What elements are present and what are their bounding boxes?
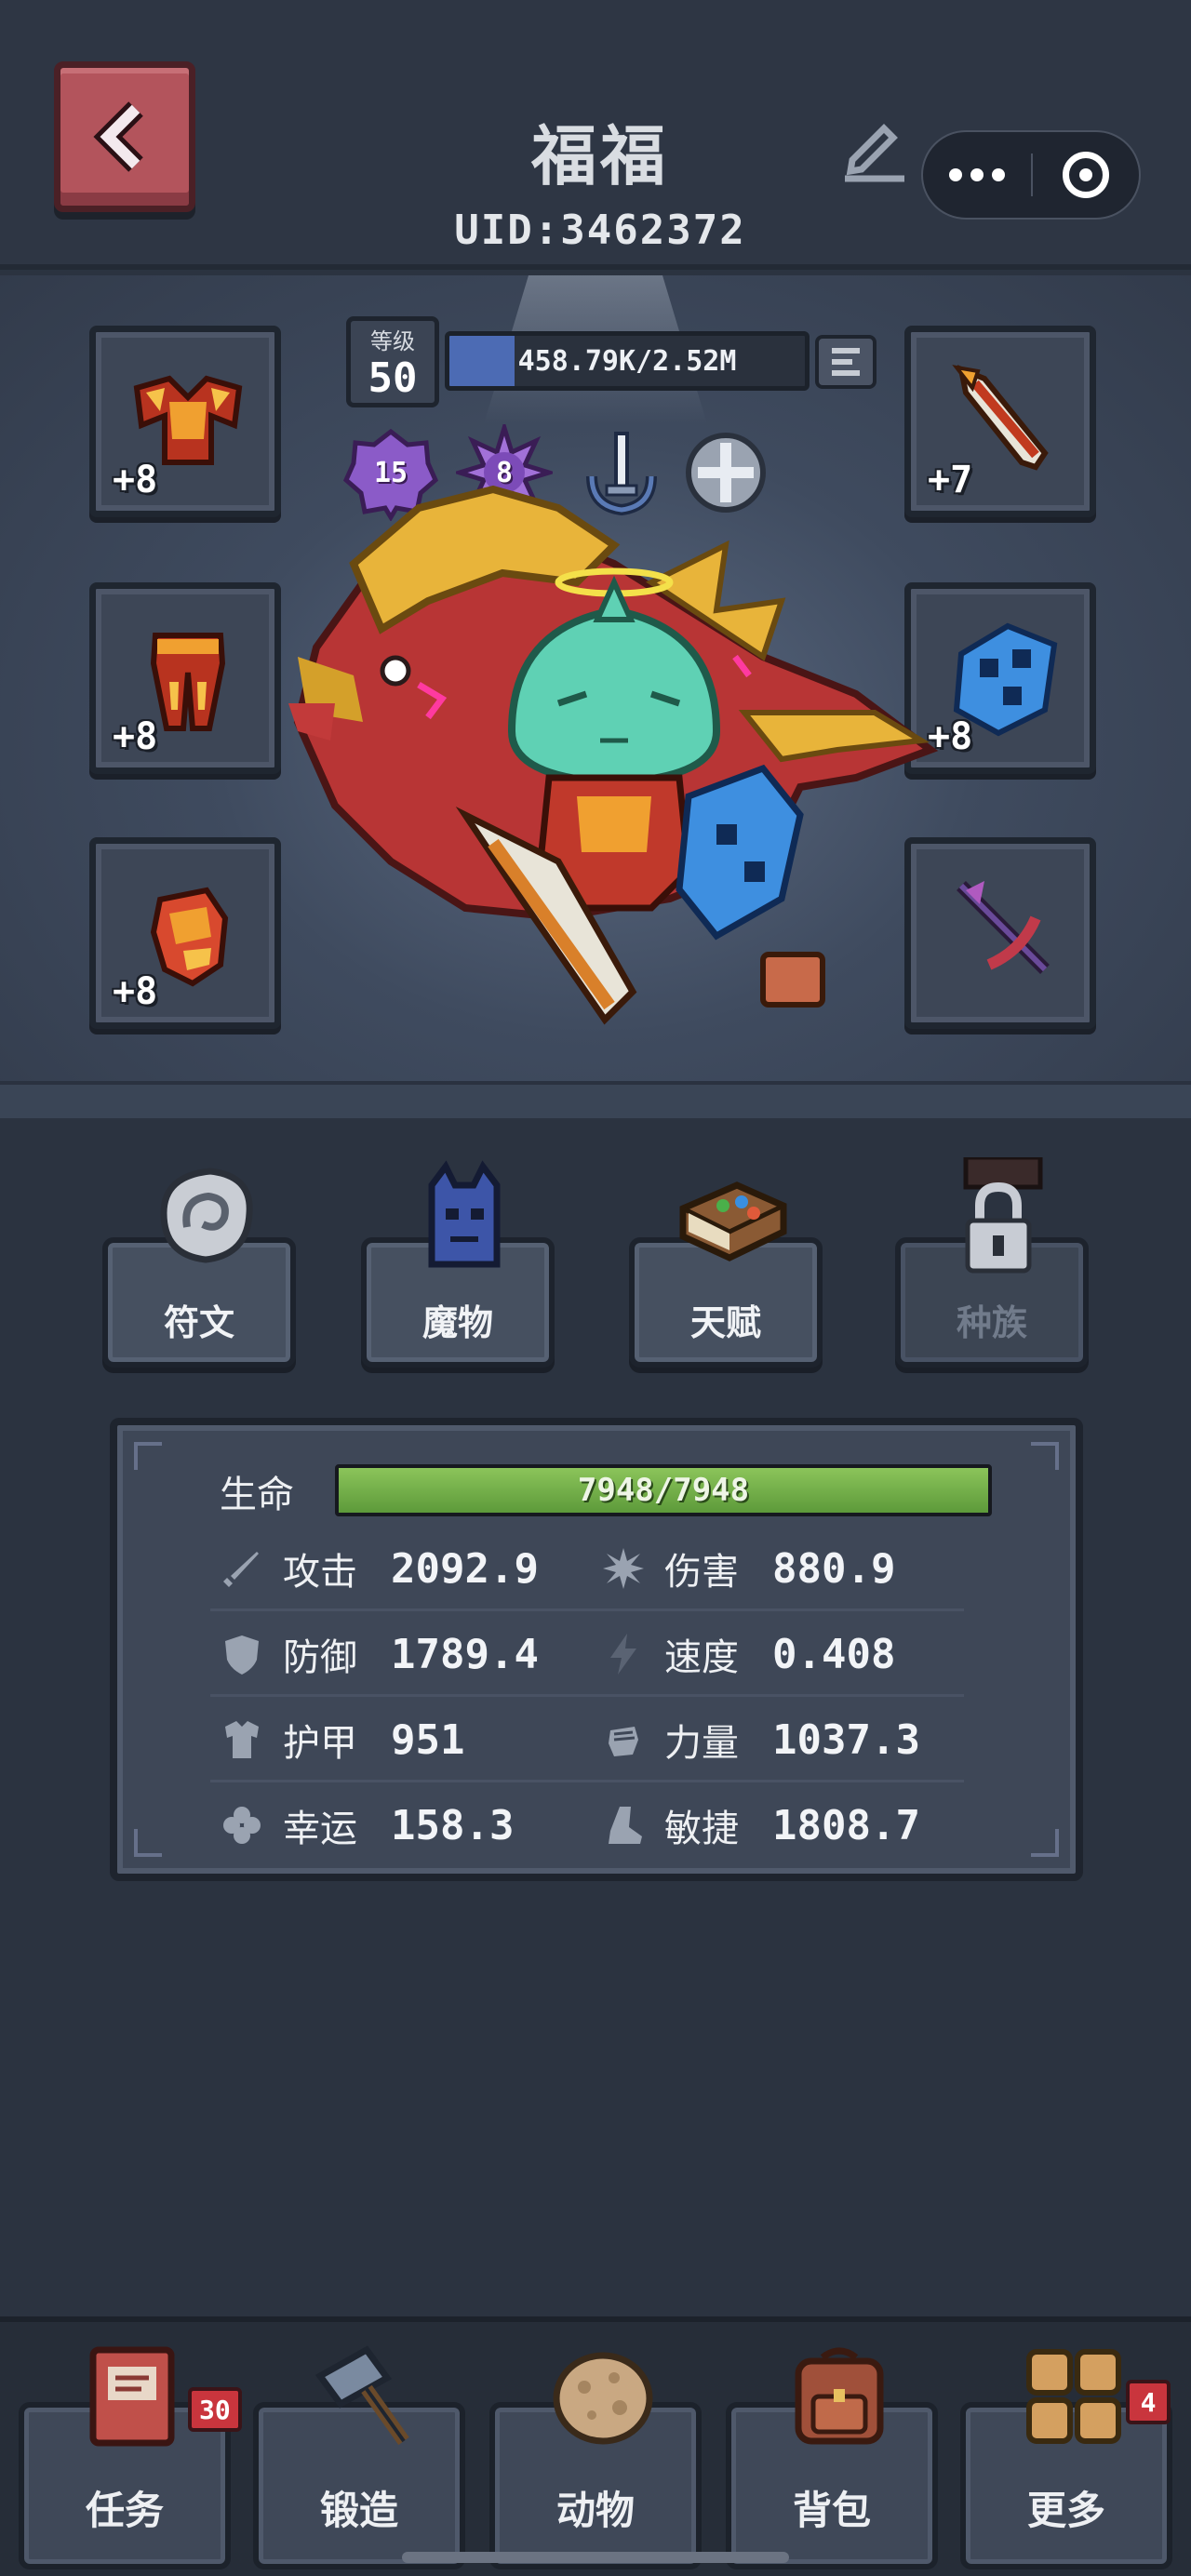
stat-value: 1037.3 xyxy=(772,1715,920,1764)
tab-talents[interactable]: 天赋 xyxy=(629,1181,823,1368)
edit-pencil-icon[interactable] xyxy=(836,110,910,184)
miniprogram-capsule xyxy=(921,130,1141,220)
hp-bar: 7948/7948 xyxy=(335,1464,992,1516)
stat-value: 158.3 xyxy=(391,1801,515,1849)
rune-stone-icon xyxy=(160,1168,253,1263)
monster-icon xyxy=(428,1160,501,1268)
stat-value: 1789.4 xyxy=(391,1630,539,1678)
stat-name: 敏捷 xyxy=(664,1808,739,1850)
equip-slot-pants[interactable]: +8 xyxy=(89,582,281,774)
notification-badge: 30 xyxy=(188,2387,242,2432)
chevron-left-icon xyxy=(93,101,143,172)
target-icon xyxy=(1063,152,1109,198)
boot-icon xyxy=(609,1807,642,1844)
sword-icon xyxy=(223,1552,259,1587)
stat-name: 防御 xyxy=(283,1636,357,1679)
burst-icon xyxy=(603,1548,644,1589)
level-box: 等级 50 xyxy=(346,316,439,407)
lightning-icon xyxy=(610,1634,636,1675)
nav-label: 背包 xyxy=(792,2488,871,2533)
talent-book-icon xyxy=(679,1181,787,1261)
notification-badge: 4 xyxy=(1126,2380,1171,2424)
fist-icon xyxy=(609,1727,638,1756)
nav-label: 任务 xyxy=(85,2488,164,2533)
quest-book-icon xyxy=(89,2346,175,2447)
stat-damage: 伤害 880.9 xyxy=(601,1539,895,1598)
hp-row: 生命 7948/7948 xyxy=(117,1453,1076,1522)
tab-monsters[interactable]: 魔物 xyxy=(361,1160,555,1368)
nav-forge[interactable]: 锻造 xyxy=(253,2345,465,2569)
stat-defense: 防御 1789.4 xyxy=(220,1624,539,1684)
stat-name: 速度 xyxy=(664,1636,739,1679)
egg-icon xyxy=(553,2352,653,2445)
enhance-level: +8 xyxy=(113,459,158,501)
dark-crossbow-icon xyxy=(957,881,1050,974)
tab-label: 魔物 xyxy=(422,1302,493,1343)
stat-value: 951 xyxy=(391,1715,465,1764)
nav-quests[interactable]: 30 任务 xyxy=(19,2346,242,2569)
stat-value: 1808.7 xyxy=(772,1801,920,1849)
stats-panel: 生命 7948/7948 攻击 2092.9 伤害 880.9 防御 1789.… xyxy=(110,1418,1083,1881)
stat-name: 护甲 xyxy=(283,1722,357,1765)
character-sprite xyxy=(288,485,939,1025)
nav-animals[interactable]: 动物 xyxy=(489,2352,702,2569)
hp-text: 7948/7948 xyxy=(577,1472,750,1509)
hammer-icon xyxy=(314,2345,409,2446)
equip-slot-chest[interactable]: +8 xyxy=(89,326,281,517)
stat-value: 880.9 xyxy=(772,1544,896,1593)
stat-row: 护甲 951 力量 1037.3 xyxy=(117,1697,1076,1782)
nav-label: 锻造 xyxy=(319,2488,398,2533)
equip-slot-gauntlet[interactable]: +8 xyxy=(89,837,281,1029)
header: 福福 UID:3462372 xyxy=(0,0,1191,270)
tab-runes[interactable]: 符文 xyxy=(102,1168,296,1368)
stat-speed: 速度 0.408 xyxy=(601,1624,895,1684)
details-menu-button[interactable] xyxy=(815,335,877,389)
nav-more[interactable]: 4 更多 xyxy=(960,2349,1172,2569)
backpack-icon xyxy=(795,2347,884,2445)
character-stage: +8 +8 +8 +7 +8 等级 50 458.79K/2.52M 15 8 xyxy=(0,275,1191,1118)
xp-bar: 458.79K/2.52M xyxy=(445,331,810,391)
nav-backpack[interactable]: 背包 xyxy=(726,2347,938,2569)
hp-label: 生命 xyxy=(220,1474,294,1516)
close-target-button[interactable] xyxy=(1033,132,1139,218)
stat-name: 攻击 xyxy=(283,1551,357,1594)
armor-icon xyxy=(225,1721,259,1758)
tab-label: 天赋 xyxy=(689,1302,761,1343)
stat-luck: 幸运 158.3 xyxy=(220,1795,514,1855)
back-button[interactable] xyxy=(54,61,195,212)
stat-strength: 力量 1037.3 xyxy=(601,1710,920,1769)
stat-value: 2092.9 xyxy=(391,1544,539,1593)
xp-text: 458.79K/2.52M xyxy=(517,344,737,378)
level-value: 50 xyxy=(368,354,418,402)
stat-name: 幸运 xyxy=(283,1808,357,1850)
tab-label: 符文 xyxy=(163,1302,234,1343)
enhance-level: +8 xyxy=(113,715,158,758)
tab-race[interactable]: 种族 xyxy=(895,1157,1089,1368)
lock-icon xyxy=(963,1157,1043,1274)
stat-row: 攻击 2092.9 伤害 880.9 xyxy=(117,1526,1076,1611)
enhance-level: +8 xyxy=(113,970,158,1013)
tab-label: 种族 xyxy=(956,1302,1027,1343)
stat-name: 力量 xyxy=(664,1722,739,1765)
bottom-navigation: 30 任务 锻造 动物 背包 4 更多 xyxy=(0,2316,1191,2576)
player-uid: UID:3462372 xyxy=(454,207,746,254)
stat-name: 伤害 xyxy=(664,1551,739,1594)
stat-row: 防御 1789.4 速度 0.408 xyxy=(117,1611,1076,1697)
nav-label: 动物 xyxy=(555,2488,635,2533)
stat-attack: 攻击 2092.9 xyxy=(220,1539,539,1598)
home-indicator xyxy=(402,2552,789,2563)
feature-tabs: 符文 魔物 天赋 种族 xyxy=(0,1118,1191,1416)
more-dots-button[interactable] xyxy=(923,132,1031,218)
stat-row: 幸运 158.3 敏捷 1808.7 xyxy=(117,1782,1076,1868)
stat-agility: 敏捷 1808.7 xyxy=(601,1795,920,1855)
shield-icon xyxy=(225,1635,259,1675)
nav-label: 更多 xyxy=(1026,2488,1105,2533)
stat-armor: 护甲 951 xyxy=(220,1710,464,1769)
clover-icon xyxy=(223,1807,261,1844)
level-label: 等级 xyxy=(370,328,415,354)
player-name: 福福 xyxy=(531,118,669,194)
stat-value: 0.408 xyxy=(772,1630,896,1678)
grid-more-icon xyxy=(1026,2349,1121,2444)
